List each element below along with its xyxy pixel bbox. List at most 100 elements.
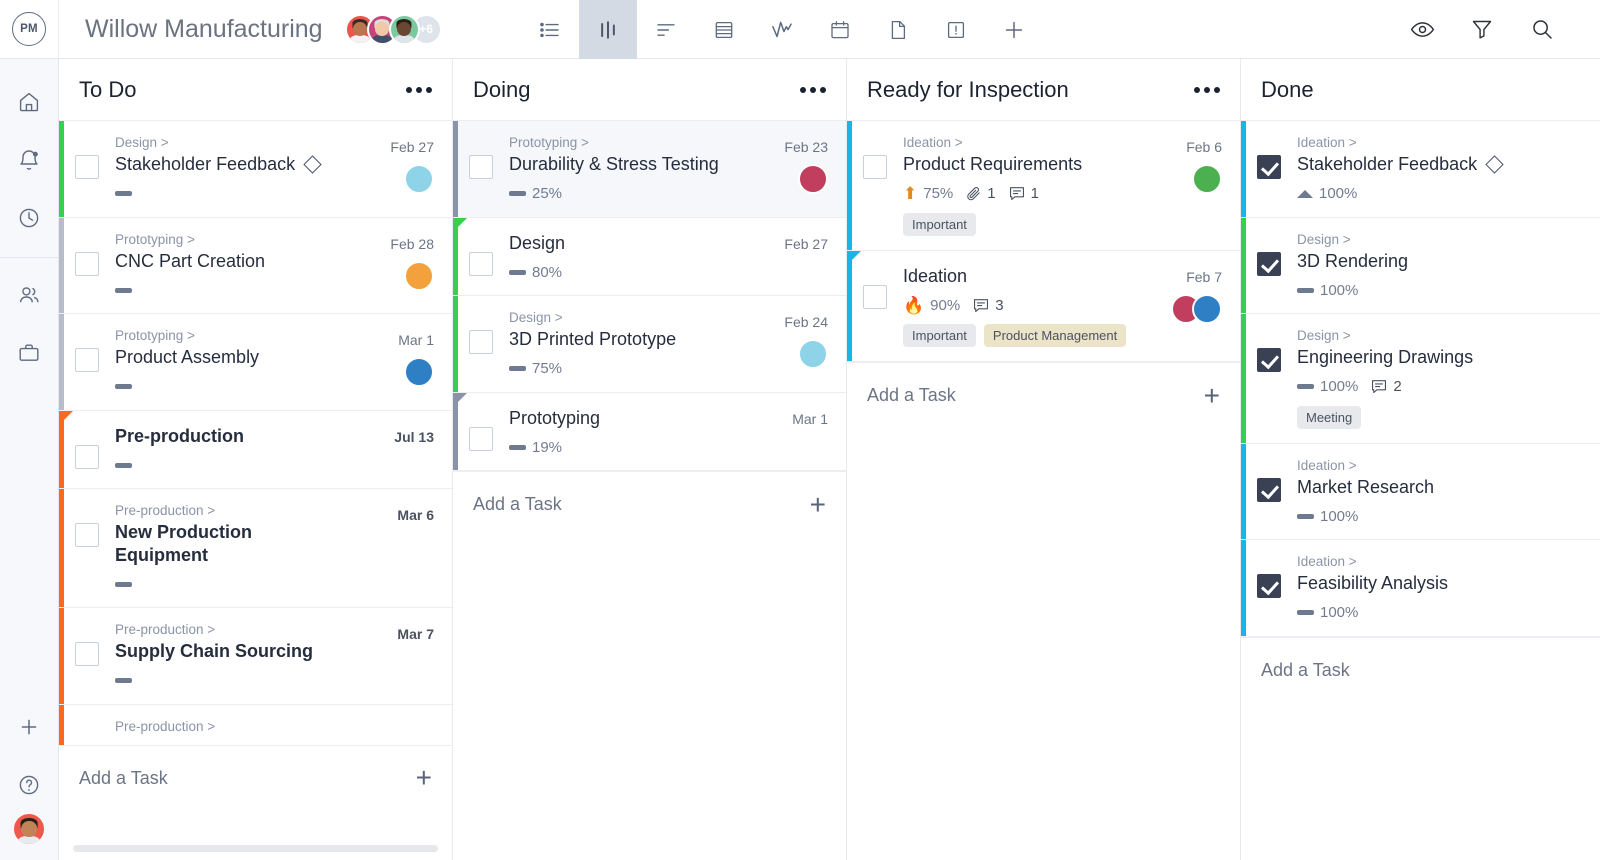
card-assignees[interactable]	[404, 357, 434, 387]
card-title[interactable]: Stakeholder Feedback	[115, 153, 295, 176]
tab-issues[interactable]	[927, 0, 985, 59]
card-assignees[interactable]	[404, 164, 434, 194]
column-scrollbar[interactable]	[73, 845, 438, 852]
card-breadcrumb[interactable]: Ideation >	[1297, 135, 1523, 150]
tab-gantt[interactable]	[637, 0, 695, 59]
avatar-assignee[interactable]	[404, 260, 434, 291]
card-breadcrumb[interactable]: Ideation >	[903, 135, 1128, 150]
column-menu-icon[interactable]	[800, 86, 826, 93]
task-card[interactable]: Pre-production > Supply Chain Sourcing Mar…	[59, 608, 452, 705]
card-due-date[interactable]: Mar 1	[792, 411, 828, 427]
task-card[interactable]: Prototyping > Durability & Stress Testing…	[453, 121, 846, 218]
task-card[interactable]: Pre-production >	[59, 704, 452, 745]
column-menu-icon[interactable]	[406, 86, 432, 93]
add-task-button[interactable]: Add a Task +	[59, 744, 452, 811]
card-assignees[interactable]	[404, 260, 434, 291]
card-title[interactable]: Prototyping	[509, 407, 600, 430]
card-due-date[interactable]: Mar 7	[397, 626, 434, 642]
task-checkbox[interactable]	[469, 330, 493, 354]
avatar-assignee[interactable]	[798, 339, 828, 369]
plus-icon[interactable]: +	[416, 764, 432, 792]
task-card[interactable]: Prototyping 19% Mar 1	[453, 392, 846, 471]
tag[interactable]: Important	[903, 324, 976, 347]
search-icon[interactable]	[1512, 0, 1572, 59]
card-breadcrumb[interactable]: Design >	[115, 135, 340, 150]
sidebar-item-people[interactable]	[0, 266, 59, 324]
task-card[interactable]: Design > Stakeholder Feedback Feb 27	[59, 121, 452, 218]
current-user-avatar[interactable]	[14, 814, 44, 844]
card-assignees[interactable]	[1171, 293, 1222, 324]
card-breadcrumb[interactable]: Prototyping >	[509, 135, 734, 150]
task-checkbox[interactable]	[469, 426, 493, 451]
avatar-assignee[interactable]	[798, 164, 828, 194]
sidebar-item-projects[interactable]	[0, 324, 59, 382]
card-breadcrumb[interactable]: Pre-production >	[115, 719, 340, 734]
tab-chart[interactable]	[753, 0, 811, 59]
eye-icon[interactable]	[1392, 0, 1452, 59]
card-due-date[interactable]: Feb 7	[1186, 269, 1222, 285]
card-due-date[interactable]: Feb 28	[390, 236, 434, 252]
filter-icon[interactable]	[1452, 0, 1512, 59]
plus-icon[interactable]: +	[1204, 381, 1220, 409]
card-breadcrumb[interactable]: Prototyping >	[115, 232, 340, 247]
card-assignees[interactable]	[798, 164, 828, 194]
card-title[interactable]: Design	[509, 232, 565, 255]
task-checkbox[interactable]	[1257, 477, 1281, 502]
card-title[interactable]: Supply Chain Sourcing	[115, 640, 313, 663]
task-checkbox[interactable]	[1257, 251, 1281, 276]
card-title[interactable]: Engineering Drawings	[1297, 346, 1473, 369]
task-card[interactable]: Design > Engineering Drawings 100% 2 Meeting	[1241, 314, 1600, 444]
sidebar-item-recents[interactable]	[0, 189, 59, 247]
task-card[interactable]: Ideation > Stakeholder Feedback 100%	[1241, 121, 1600, 218]
card-breadcrumb[interactable]: Pre-production >	[115, 503, 340, 518]
sidebar-item-help[interactable]	[0, 756, 59, 814]
card-title[interactable]: 3D Printed Prototype	[509, 328, 676, 351]
tag[interactable]: Meeting	[1297, 405, 1362, 429]
card-due-date[interactable]: Mar 1	[398, 332, 434, 348]
tag[interactable]: Product Management	[983, 324, 1127, 347]
task-checkbox[interactable]	[863, 155, 887, 179]
task-card[interactable]: Pre-production Jul 13	[59, 410, 452, 489]
column-menu-icon[interactable]	[1194, 86, 1220, 93]
avatar-assignee[interactable]	[1192, 293, 1222, 324]
card-title[interactable]: Stakeholder Feedback	[1297, 153, 1477, 176]
card-due-date[interactable]: Mar 6	[397, 507, 434, 523]
card-title[interactable]: CNC Part Creation	[115, 250, 265, 273]
task-checkbox[interactable]	[469, 155, 493, 179]
tab-list[interactable]	[521, 0, 579, 59]
add-task-button[interactable]: Add a Task	[1241, 636, 1600, 703]
task-card[interactable]: Design > 3D Printed Prototype 75% Feb 24	[453, 296, 846, 393]
card-breadcrumb[interactable]: Ideation >	[1297, 554, 1523, 569]
tab-board[interactable]	[579, 0, 637, 59]
card-breadcrumb[interactable]: Design >	[509, 310, 734, 325]
app-logo[interactable]: PM	[0, 0, 59, 59]
card-title[interactable]: Durability & Stress Testing	[509, 153, 719, 176]
task-card[interactable]: Prototyping > CNC Part Creation Feb 28	[59, 217, 452, 314]
card-breadcrumb[interactable]: Design >	[1297, 232, 1523, 247]
card-breadcrumb[interactable]: Pre-production >	[115, 622, 340, 637]
card-breadcrumb[interactable]: Ideation >	[1297, 458, 1523, 473]
card-title[interactable]: Ideation	[903, 265, 967, 288]
plus-icon[interactable]: +	[810, 490, 826, 518]
add-task-button[interactable]: Add a Task +	[847, 362, 1240, 428]
task-checkbox[interactable]	[75, 523, 99, 547]
task-card[interactable]: Ideation > Product Requirements ⬆ 75% 1 1 Impo…	[847, 121, 1240, 251]
avatar-assignee[interactable]	[404, 357, 434, 387]
task-card[interactable]: Ideation 🔥 90% 3 Important Product Management…	[847, 250, 1240, 362]
card-title[interactable]: Pre-production	[115, 425, 244, 448]
task-checkbox[interactable]	[1257, 574, 1281, 598]
tab-add-view[interactable]	[985, 0, 1043, 59]
card-breadcrumb[interactable]: Design >	[1297, 328, 1523, 343]
sidebar-item-notifications[interactable]	[0, 131, 59, 189]
tab-pages[interactable]	[869, 0, 927, 59]
card-title[interactable]: Product Assembly	[115, 346, 259, 369]
task-checkbox[interactable]	[75, 155, 99, 179]
task-card[interactable]: Pre-production > New Production Equipment…	[59, 489, 452, 608]
sidebar-item-create[interactable]	[0, 698, 59, 756]
card-due-date[interactable]: Jul 13	[394, 429, 434, 445]
task-card[interactable]: Ideation > Feasibility Analysis 100%	[1241, 540, 1600, 637]
card-title[interactable]: Product Requirements	[903, 153, 1082, 176]
card-due-date[interactable]: Feb 23	[784, 139, 828, 155]
card-breadcrumb[interactable]: Prototyping >	[115, 328, 340, 343]
task-checkbox[interactable]	[75, 348, 99, 372]
